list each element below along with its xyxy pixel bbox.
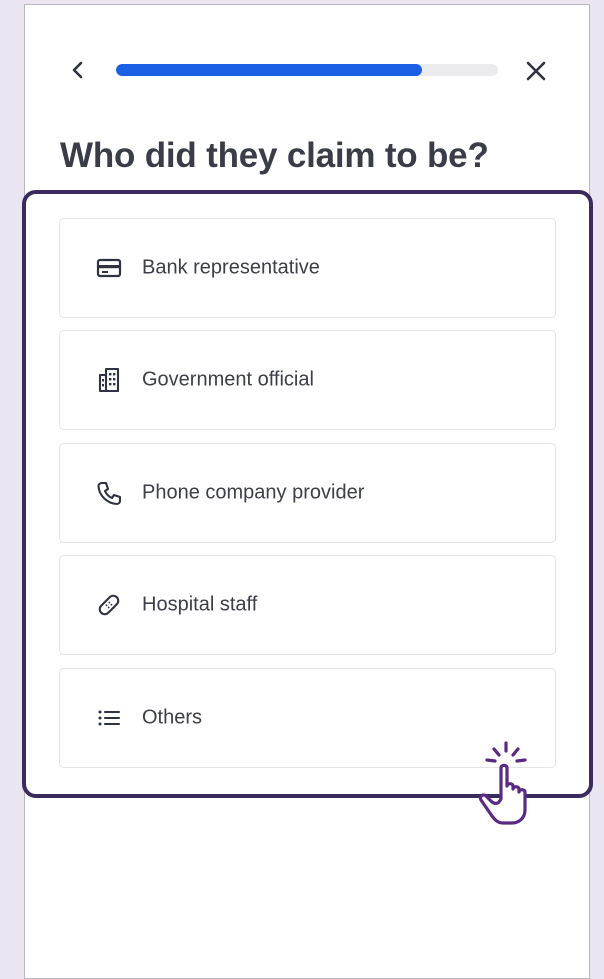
close-icon — [526, 61, 546, 81]
phone-icon — [96, 480, 122, 506]
back-button[interactable] — [64, 56, 92, 84]
credit-card-icon — [96, 255, 122, 281]
option-hospital-staff[interactable]: Hospital staff — [59, 555, 556, 655]
option-phone-company-provider[interactable]: Phone company provider — [59, 443, 556, 543]
option-label: Bank representative — [142, 256, 320, 279]
progress-fill — [116, 64, 422, 76]
option-label: Hospital staff — [142, 593, 258, 616]
list-icon — [96, 705, 122, 731]
chevron-left-icon — [72, 61, 83, 79]
bandage-icon — [96, 592, 122, 618]
option-bank-representative[interactable]: Bank representative — [59, 218, 556, 318]
question-title: Who did they claim to be? — [60, 136, 489, 175]
option-others[interactable]: Others — [59, 668, 556, 768]
option-label: Phone company provider — [142, 481, 365, 504]
option-label: Government official — [142, 368, 314, 391]
option-government-official[interactable]: Government official — [59, 330, 556, 430]
progress-bar — [116, 64, 498, 76]
option-label: Others — [142, 706, 203, 729]
close-button[interactable] — [521, 56, 551, 86]
building-icon — [96, 367, 122, 393]
